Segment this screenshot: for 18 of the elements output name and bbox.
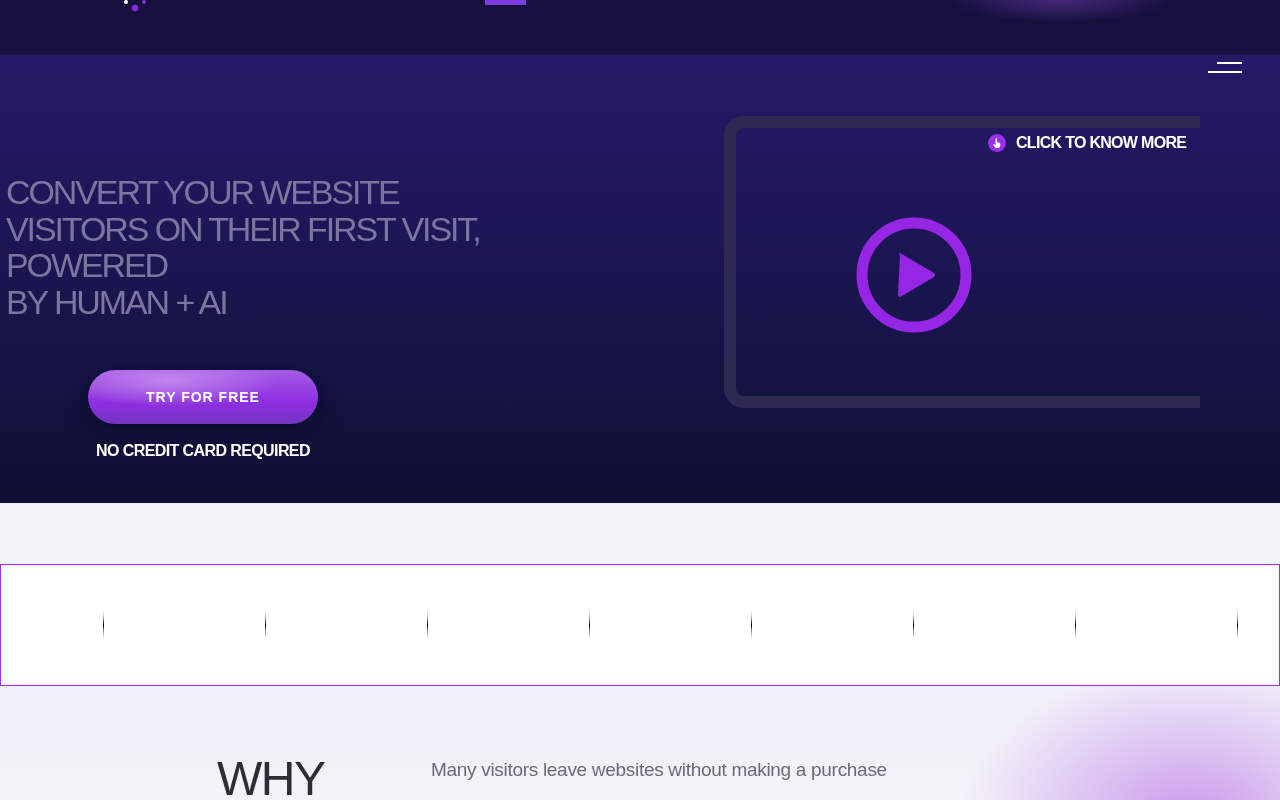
menu-icon[interactable] xyxy=(1208,62,1242,74)
vertical-stroke-icon xyxy=(101,608,105,642)
vertical-stroke-icon xyxy=(263,608,267,642)
nav-indicator xyxy=(485,0,526,5)
vertical-stroke-icon xyxy=(1073,608,1077,642)
vertical-stroke-icon xyxy=(749,608,753,642)
vertical-stroke-icon xyxy=(587,608,591,642)
vertical-stroke-icon xyxy=(425,608,429,642)
why-heading: WHY xyxy=(217,754,326,800)
play-icon[interactable] xyxy=(856,217,972,333)
vertical-stroke-icon xyxy=(911,608,915,642)
pointing-hand-icon xyxy=(988,134,1006,152)
why-intro-text: Many visitors leave websites without making a purchase xyxy=(431,758,887,782)
vertical-stroke-icon xyxy=(1235,608,1239,642)
cta-note: NO CREDIT CARD REQUIRED xyxy=(96,442,310,460)
click-to-know-more-link[interactable]: CLICK TO KNOW MORE xyxy=(1016,134,1187,152)
hero-headline: CONVERT YOUR WEBSITE VISITORS ON THEIR FIRST VISIT, POWERED BY HUMAN + AI xyxy=(6,174,481,320)
try-for-free-button[interactable]: TRY FOR FREE xyxy=(88,370,318,424)
